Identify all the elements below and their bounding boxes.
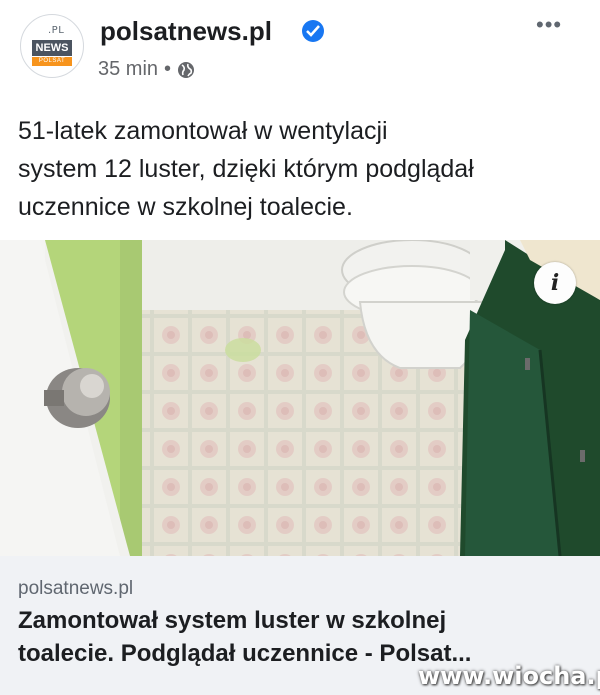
post-meta: 35 min • bbox=[98, 58, 195, 81]
link-domain: polsatnews.pl bbox=[18, 578, 134, 599]
bathroom-photo bbox=[0, 240, 600, 556]
post-time[interactable]: 35 min bbox=[98, 58, 158, 81]
verified-badge-icon bbox=[302, 20, 324, 42]
post-header: .PL NEWS POLSAT polsatnews.pl 35 min • •… bbox=[0, 0, 600, 98]
avatar-logo-pl: .PL bbox=[48, 25, 65, 36]
watermark: www.wiocha.pl bbox=[418, 662, 600, 690]
link-title[interactable]: Zamontował system luster w szkolnej toal… bbox=[18, 604, 588, 670]
meta-separator: • bbox=[164, 58, 172, 80]
globe-icon bbox=[178, 61, 195, 78]
post-text: 51-latek zamontował w wentylacji system … bbox=[18, 117, 474, 221]
avatar-logo-polsat: POLSAT bbox=[32, 57, 72, 66]
avatar[interactable]: .PL NEWS POLSAT bbox=[20, 14, 84, 78]
more-options-icon[interactable]: ••• bbox=[536, 12, 562, 38]
avatar-logo-news: NEWS bbox=[32, 40, 72, 56]
page-name-link[interactable]: polsatnews.pl bbox=[100, 16, 272, 47]
info-button[interactable]: i bbox=[534, 262, 576, 304]
post-image[interactable] bbox=[0, 240, 600, 556]
